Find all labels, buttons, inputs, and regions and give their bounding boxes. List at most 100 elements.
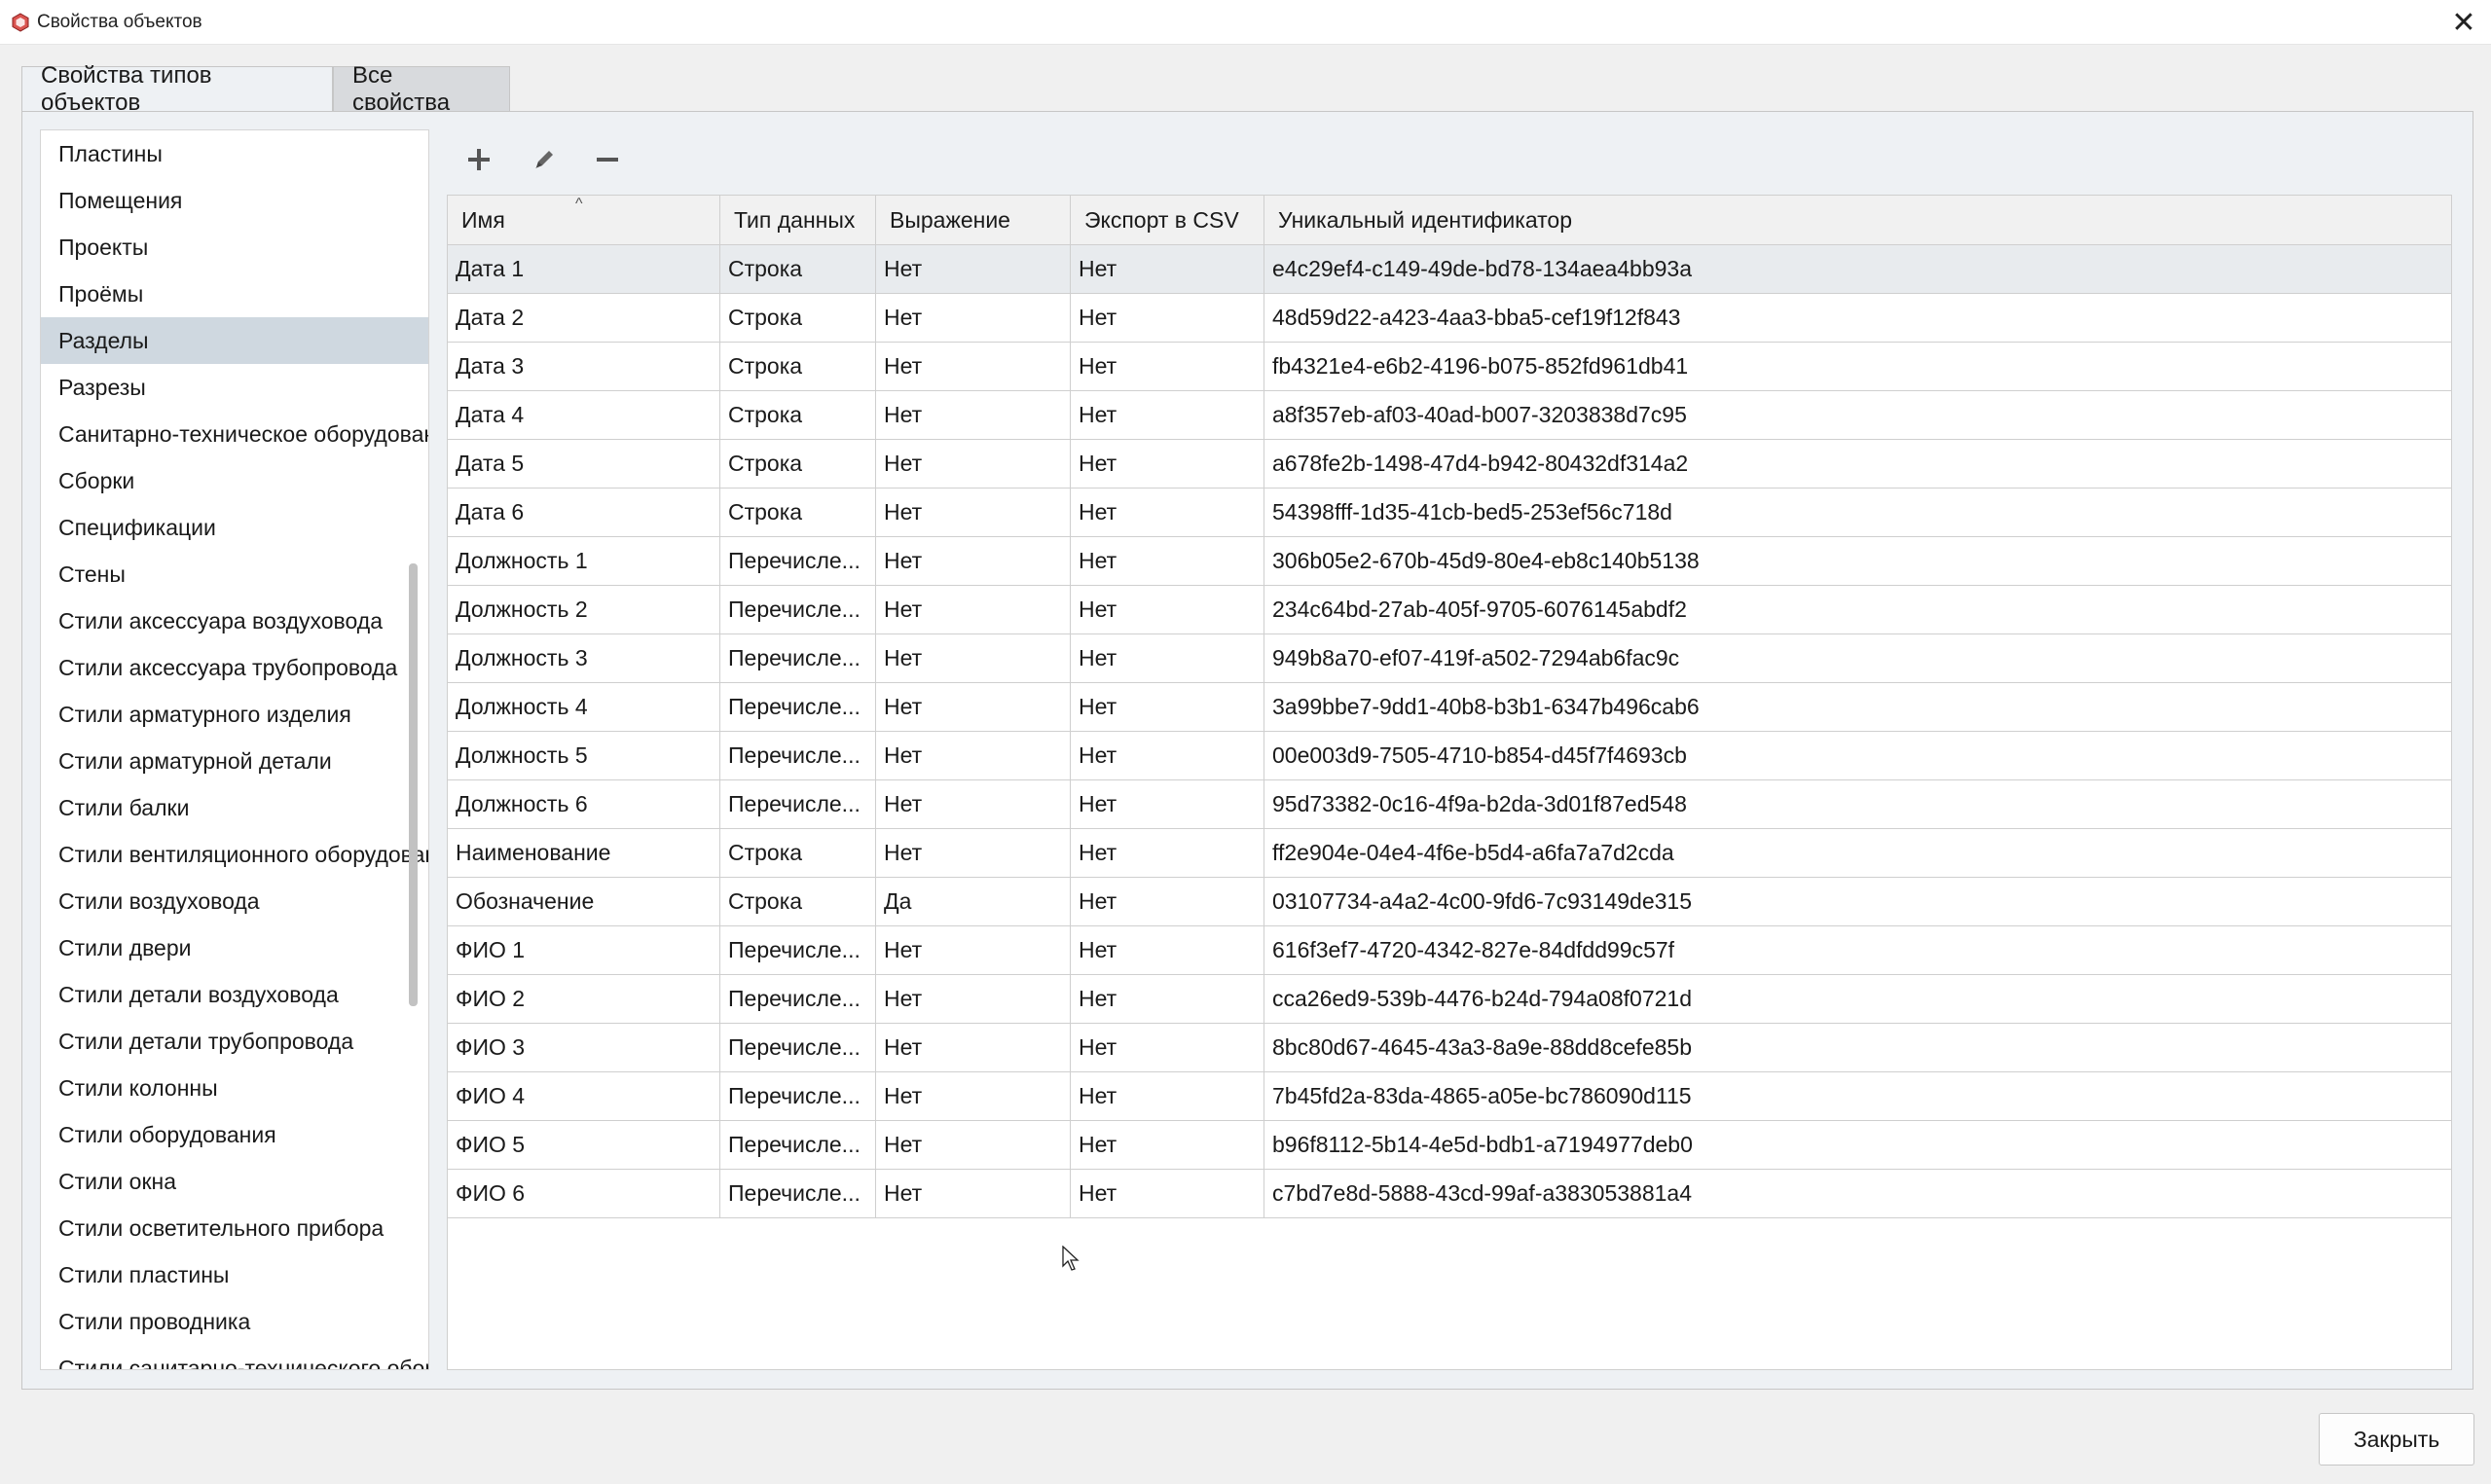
object-type-item[interactable]: Проёмы [41,271,428,317]
object-type-item[interactable]: Стили вентиляционного оборудования [41,831,428,878]
object-type-item[interactable]: Стили аксессуара воздуховода [41,597,428,644]
object-type-item[interactable]: Разрезы [41,364,428,411]
table-row[interactable]: ФИО 1 Перечисле... Нет Нет 616f3ef7-4720-434… [448,926,2451,975]
object-type-item[interactable]: Стили оборудования [41,1111,428,1158]
table-row[interactable]: Наименование Строка Нет Нет ff2e904e-04e4-4f… [448,829,2451,878]
object-type-item[interactable]: Стили пластины [41,1251,428,1298]
cell-data-type: Строка [720,489,876,536]
object-type-item[interactable]: Стили двери [41,924,428,971]
table-row[interactable]: Дата 2 Строка Нет Нет 48d59d22-a423-4aa3-bba… [448,294,2451,343]
object-properties-window: Свойства объектов ✕ Свойства типов объек… [0,0,2491,1484]
object-type-item[interactable]: Стили осветительного прибора [41,1205,428,1251]
cell-export-csv: Нет [1071,586,1264,633]
cell-expression: Нет [876,1121,1071,1169]
table-row[interactable]: ФИО 3 Перечисле... Нет Нет 8bc80d67-4645-43a… [448,1024,2451,1072]
table-row[interactable]: Должность 6 Перечисле... Нет Нет 95d73382-0c… [448,780,2451,829]
edit-property-button[interactable] [527,144,562,179]
cell-name: Должность 3 [448,634,720,682]
table-row[interactable]: ФИО 4 Перечисле... Нет Нет 7b45fd2a-83da-486… [448,1072,2451,1121]
object-types-scrollbar[interactable] [409,563,418,1006]
tab-object-type-properties[interactable]: Свойства типов объектов [21,62,333,116]
table-row[interactable]: Дата 5 Строка Нет Нет a678fe2b-1498-47d4-b94… [448,440,2451,489]
cell-name: Дата 3 [448,343,720,390]
object-type-item[interactable]: Стили детали трубопровода [41,1018,428,1065]
cell-export-csv: Нет [1071,1121,1264,1169]
table-row[interactable]: Дата 1 Строка Нет Нет e4c29ef4-c149-49de-bd7… [448,245,2451,294]
cell-data-type: Перечисле... [720,1072,876,1120]
table-row[interactable]: Должность 4 Перечисле... Нет Нет 3a99bbe7-9d… [448,683,2451,732]
object-type-item[interactable]: Разделы [41,317,428,364]
tab-all-properties[interactable]: Все свойства [333,62,510,116]
object-type-item[interactable]: Стили балки [41,784,428,831]
cell-unique-id: 306b05e2-670b-45d9-80e4-eb8c140b5138 [1272,548,1700,573]
object-type-item[interactable]: Стили детали воздуховода [41,971,428,1018]
object-type-item[interactable]: Санитарно-техническое оборудование [41,411,428,457]
object-type-item[interactable]: Проекты [41,224,428,271]
cell-export-csv: Нет [1071,1170,1264,1217]
cell-data-type: Строка [720,878,876,925]
object-type-item[interactable]: Сборки [41,457,428,504]
object-type-item[interactable]: Стили окна [41,1158,428,1205]
cell-export-csv: Нет [1071,1072,1264,1120]
cell-export-csv: Нет [1071,780,1264,828]
object-type-item[interactable]: Стили проводника [41,1298,428,1345]
table-row[interactable]: Должность 5 Перечисле... Нет Нет 00e003d9-75… [448,732,2451,780]
close-button[interactable]: Закрыть [2319,1413,2474,1466]
table-row[interactable]: ФИО 2 Перечисле... Нет Нет cca26ed9-539b-447… [448,975,2451,1024]
object-type-item[interactable]: Стили арматурного изделия [41,691,428,738]
cell-name: Должность 6 [448,780,720,828]
pencil-icon [531,147,557,177]
cell-name: ФИО 6 [448,1170,720,1217]
column-header-export-csv[interactable]: Экспорт в CSV [1071,196,1264,244]
cell-data-type: Перечисле... [720,683,876,731]
table-row[interactable]: Должность 2 Перечисле... Нет Нет 234c64bd-27… [448,586,2451,634]
cell-unique-id: a678fe2b-1498-47d4-b942-80432df314a2 [1272,451,1689,476]
column-header-expression[interactable]: Выражение [876,196,1071,244]
cell-expression: Нет [876,1072,1071,1120]
remove-property-button[interactable] [590,144,625,179]
object-type-item[interactable]: Спецификации [41,504,428,551]
cell-export-csv: Нет [1071,878,1264,925]
object-type-item[interactable]: Пластины [41,130,428,177]
object-type-item[interactable]: Помещения [41,177,428,224]
object-type-item[interactable]: Стили воздуховода [41,878,428,924]
cell-data-type: Строка [720,294,876,342]
table-row[interactable]: Дата 3 Строка Нет Нет fb4321e4-e6b2-4196-b07… [448,343,2451,391]
cell-expression: Нет [876,1024,1071,1071]
column-header-data-type[interactable]: Тип данных [720,196,876,244]
cell-expression: Нет [876,391,1071,439]
cell-export-csv: Нет [1071,634,1264,682]
window-close-icon[interactable]: ✕ [2436,0,2491,45]
plus-icon [466,147,492,177]
cell-unique-id: c7bd7e8d-5888-43cd-99af-a383053881a4 [1272,1180,1692,1206]
cell-expression: Нет [876,343,1071,390]
cell-expression: Нет [876,245,1071,293]
column-header-unique-id[interactable]: Уникальный идентификатор [1264,196,2451,244]
object-type-item[interactable]: Стили санитарно-технического оборудовани… [41,1345,428,1370]
object-type-item[interactable]: Стили колонны [41,1065,428,1111]
table-row[interactable]: Должность 1 Перечисле... Нет Нет 306b05e2-67… [448,537,2451,586]
object-type-item[interactable]: Стены [41,551,428,597]
object-type-item[interactable]: Стили аксессуара трубопровода [41,644,428,691]
table-row[interactable]: ФИО 5 Перечисле... Нет Нет b96f8112-5b14-4e5… [448,1121,2451,1170]
table-row[interactable]: Должность 3 Перечисле... Нет Нет 949b8a70-ef… [448,634,2451,683]
cell-unique-id: b96f8112-5b14-4e5d-bdb1-a7194977deb0 [1272,1132,1693,1157]
cell-name: ФИО 3 [448,1024,720,1071]
object-type-item[interactable]: Стили арматурной детали [41,738,428,784]
cell-expression: Нет [876,829,1071,877]
object-types-list[interactable]: Пластины Помещения Проекты Проёмы Разделы Раз… [40,129,429,1370]
app-logo-icon [11,13,30,32]
table-row[interactable]: Дата 6 Строка Нет Нет 54398fff-1d35-41cb-bed… [448,489,2451,537]
cell-name: Наименование [448,829,720,877]
table-row[interactable]: Обозначение Строка Да Нет 03107734-a4a2-4c00… [448,878,2451,926]
cell-expression: Нет [876,537,1071,585]
cell-data-type: Строка [720,391,876,439]
add-property-button[interactable] [461,144,496,179]
cell-expression: Нет [876,732,1071,779]
cell-export-csv: Нет [1071,537,1264,585]
column-header-name[interactable]: Имя ^ [448,196,720,244]
table-row[interactable]: Дата 4 Строка Нет Нет a8f357eb-af03-40ad-b00… [448,391,2451,440]
cell-export-csv: Нет [1071,975,1264,1023]
cell-data-type: Перечисле... [720,780,876,828]
table-row[interactable]: ФИО 6 Перечисле... Нет Нет c7bd7e8d-5888-43c… [448,1170,2451,1218]
